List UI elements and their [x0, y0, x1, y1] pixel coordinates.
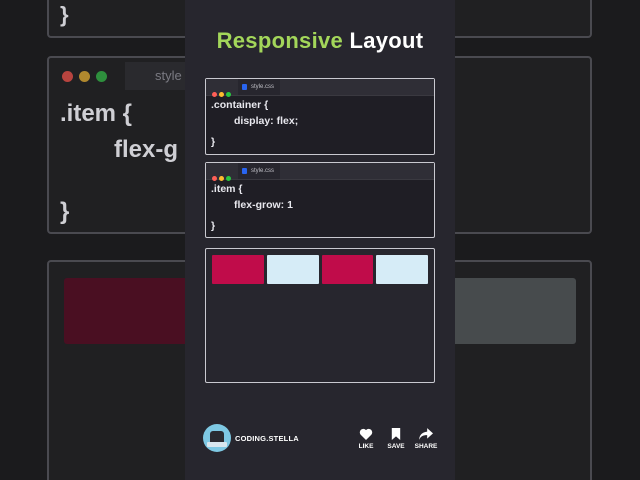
background-dot-red [62, 71, 73, 82]
minimize-dot-icon [219, 92, 224, 97]
code-block: .item { flex-grow: 1 } [206, 180, 434, 237]
flex-item [212, 255, 264, 284]
save-button[interactable]: SAVE [381, 428, 411, 450]
flex-item [321, 255, 374, 284]
window-controls [212, 168, 233, 186]
background-brace-top: } [60, 2, 69, 27]
code-line: } [211, 220, 216, 232]
background-grey-block [450, 278, 576, 344]
code-line: flex-grow: 1 [234, 198, 293, 211]
background-red-block [64, 278, 194, 344]
save-label: SAVE [387, 443, 405, 450]
code-line: .container { [211, 99, 269, 111]
background-window-dots [62, 69, 113, 87]
page-title: Responsive Layout [185, 28, 455, 54]
share-icon [419, 428, 433, 440]
code-line: display: flex; [234, 114, 299, 127]
editor-tab[interactable]: style.css [238, 163, 281, 179]
editor-tab-label: style.css [251, 168, 275, 174]
background-dot-yellow [79, 71, 90, 82]
video-column: Responsive Layout style.css .container {… [185, 0, 455, 480]
flex-container [206, 249, 434, 284]
editor-titlebar: style.css [206, 163, 434, 181]
code-editor-container: style.css .container { display: flex; } [205, 78, 435, 155]
heart-icon [359, 428, 373, 440]
close-dot-icon [212, 176, 217, 181]
flex-item [376, 255, 428, 284]
editor-tab-label: style.css [251, 84, 275, 90]
close-dot-icon [212, 92, 217, 97]
background-brace-bottom: } [60, 198, 70, 225]
background-code-line2: flex-g [114, 136, 179, 163]
avatar-figure [210, 431, 224, 442]
channel-footer: CODING.STELLA LIKE SAVE SHARE [185, 420, 455, 460]
avatar-laptop [207, 442, 227, 447]
like-label: LIKE [358, 443, 374, 450]
maximize-dot-icon [226, 176, 231, 181]
editor-tab[interactable]: style.css [238, 79, 281, 95]
code-block: .container { display: flex; } [206, 96, 434, 153]
window-controls [212, 84, 233, 102]
title-rest: Layout [349, 28, 424, 53]
bookmark-icon [391, 428, 401, 440]
title-accent: Responsive [216, 28, 344, 53]
background-code-line1: .item { [60, 100, 133, 127]
code-line: .item { [211, 183, 243, 195]
background-dot-green [96, 71, 107, 82]
channel-handle[interactable]: CODING.STELLA [235, 434, 299, 443]
flex-demo-preview [205, 248, 435, 383]
avatar[interactable] [203, 424, 231, 452]
code-editor-item: style.css .item { flex-grow: 1 } [205, 162, 435, 238]
minimize-dot-icon [219, 176, 224, 181]
css3-icon [242, 84, 247, 90]
editor-titlebar: style.css [206, 79, 434, 97]
code-line: } [211, 136, 216, 148]
maximize-dot-icon [226, 92, 231, 97]
like-button[interactable]: LIKE [351, 428, 381, 450]
background-tab-label: style [155, 68, 182, 83]
share-label: SHARE [414, 443, 438, 450]
flex-item [266, 255, 319, 284]
css3-icon [242, 168, 247, 174]
share-button[interactable]: SHARE [411, 428, 441, 450]
